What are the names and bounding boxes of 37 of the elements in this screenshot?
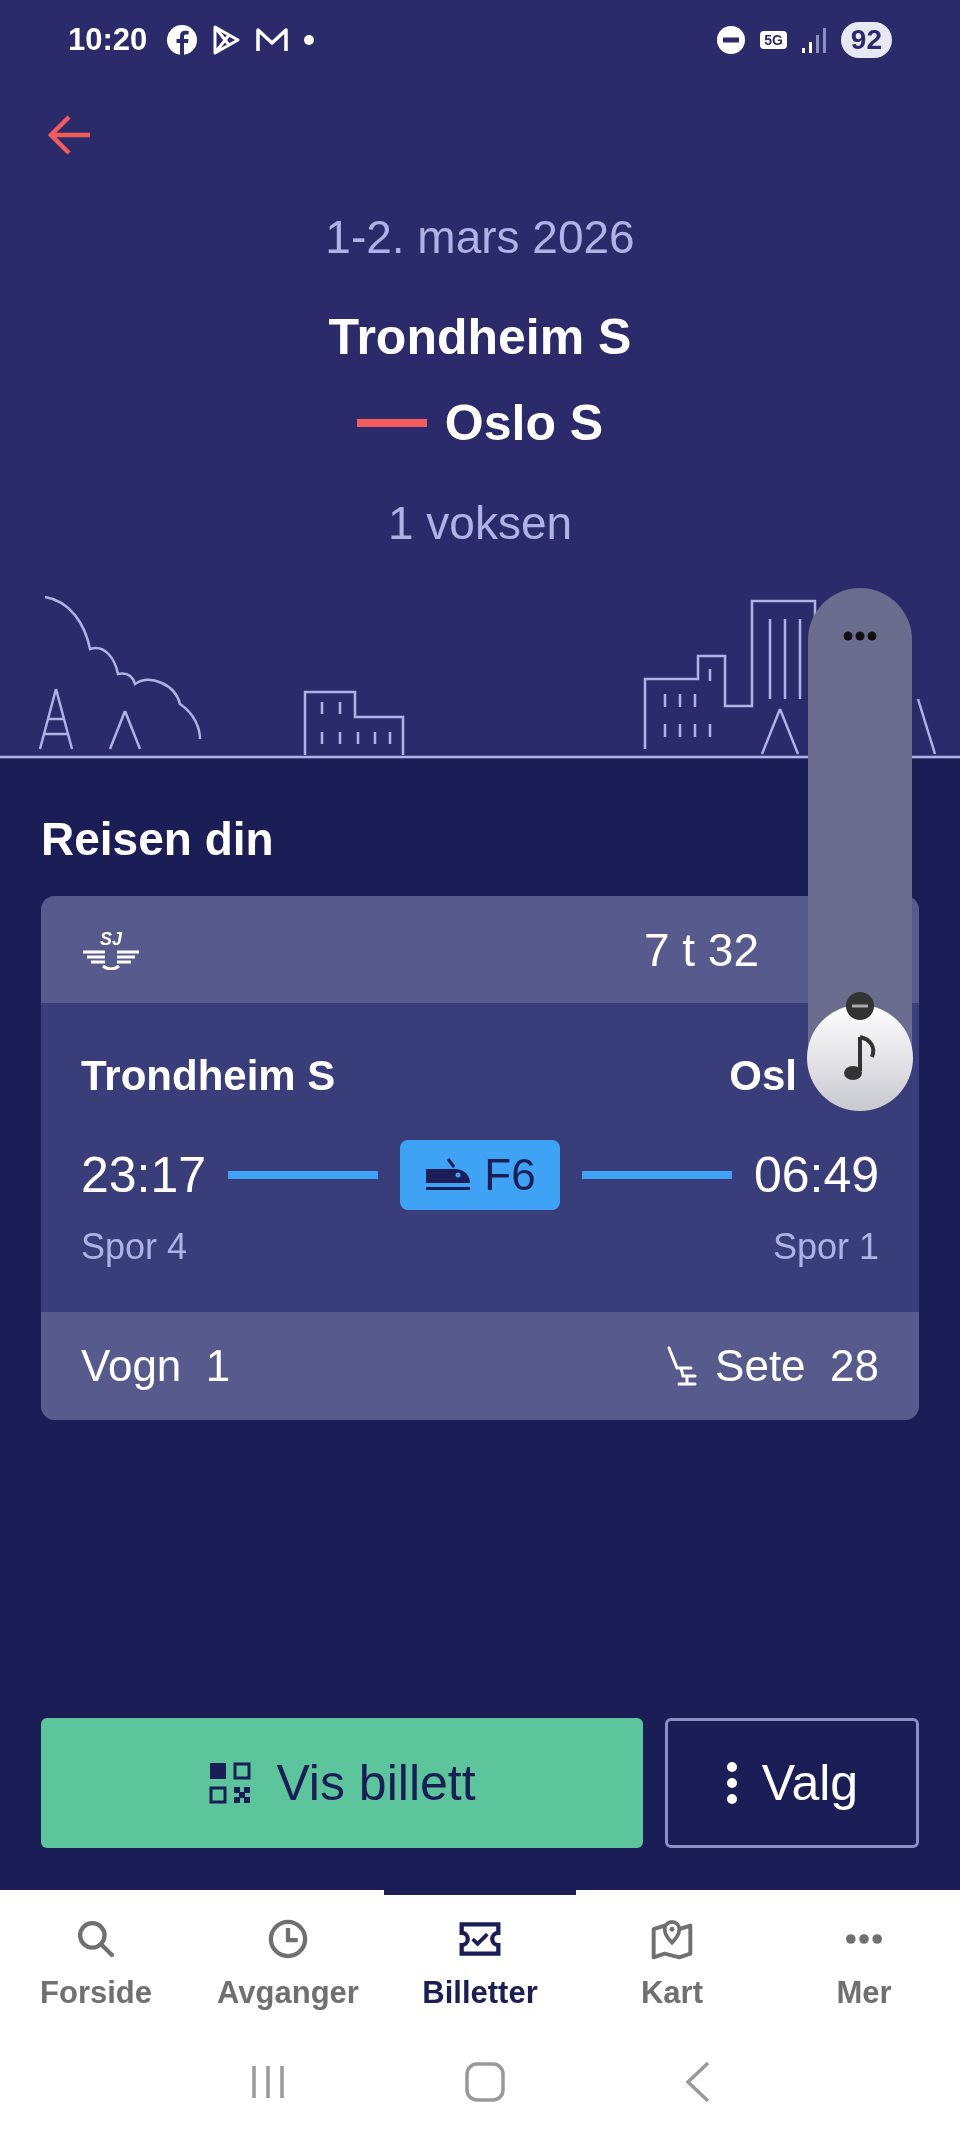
operator-logo: SJ <box>81 929 141 970</box>
options-button[interactable]: Valg <box>665 1718 919 1848</box>
qr-code-icon <box>208 1761 253 1805</box>
departure-time: 23:17 <box>81 1146 207 1204</box>
vertical-dots-icon <box>725 1761 738 1805</box>
play-store-icon <box>211 25 242 55</box>
train-icon <box>424 1157 473 1193</box>
back-arrow-icon[interactable] <box>48 114 92 156</box>
section-title: Reisen din <box>41 812 274 866</box>
arrival-track: Spor 1 <box>772 1226 879 1268</box>
show-ticket-button[interactable]: Vis billett <box>41 1718 643 1848</box>
passenger-count: 1 voksen <box>387 496 573 550</box>
network-label: 5G <box>760 31 787 49</box>
travel-date: 1-2. mars 2026 <box>325 210 635 264</box>
clock-icon <box>266 1917 310 1961</box>
car-number: Vogn 1 <box>81 1341 231 1391</box>
signal-icon <box>800 26 827 54</box>
destination-station: Oslo S <box>444 394 604 452</box>
minus-icon[interactable] <box>845 991 875 1021</box>
arrival-time: 06:49 <box>753 1146 879 1204</box>
train-line: F6 <box>484 1150 536 1200</box>
trip-duration: 7 t 32 <box>643 922 759 977</box>
notification-dot-icon <box>303 34 316 46</box>
do-not-disturb-icon <box>716 25 747 55</box>
facebook-icon <box>167 25 198 55</box>
battery-level: 92 <box>840 22 892 58</box>
home-icon[interactable] <box>464 2060 506 2103</box>
mail-icon <box>255 26 290 54</box>
departure-track: Spor 4 <box>81 1226 188 1268</box>
origin-station: Trondheim S <box>328 308 632 366</box>
route-dash-icon <box>356 419 427 427</box>
seat-number: Sete 28 <box>715 1341 879 1391</box>
departure-station: Trondheim S <box>81 1052 336 1100</box>
map-icon <box>650 1917 694 1961</box>
status-time: 10:20 <box>68 22 148 58</box>
arrival-station: Osl <box>729 1052 797 1100</box>
trip-card[interactable]: SJ 7 t 32 Trondheim S Osl 23:17 F6 06:49 Spor 4 Spor 1 Vogn 1 Sete 28 <box>41 896 919 1420</box>
